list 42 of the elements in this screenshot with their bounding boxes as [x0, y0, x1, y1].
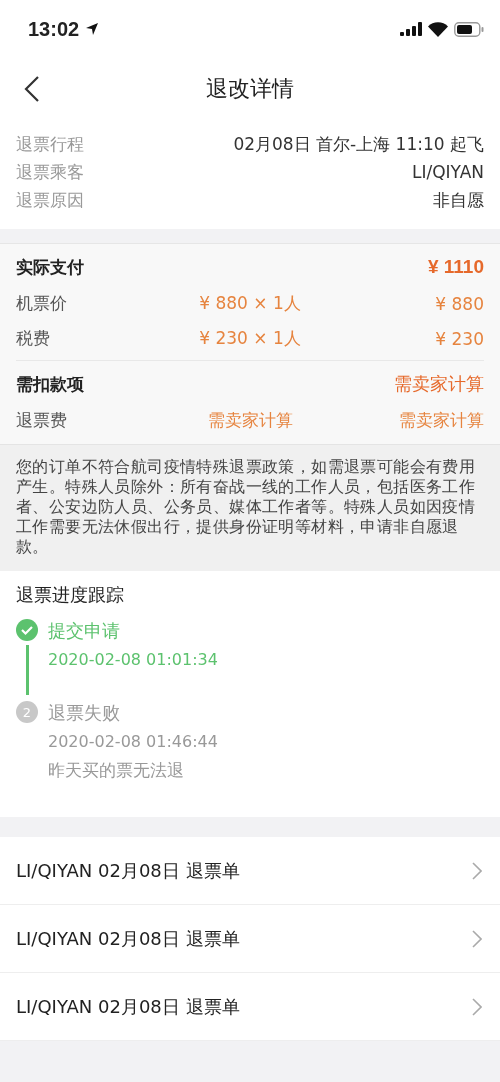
wifi-icon	[428, 21, 448, 37]
section-title: 退票进度跟踪	[16, 583, 125, 607]
step-title: 退票失败	[48, 701, 121, 725]
fee-label: 机票价	[16, 292, 68, 315]
battery-icon	[454, 21, 484, 37]
fee-amount: ¥ 230	[434, 328, 484, 349]
fee-detail: ¥ 230 × 1人	[198, 327, 302, 350]
step-time: 2020-02-08 01:01:34	[48, 649, 218, 671]
chevron-right-icon	[472, 861, 482, 880]
document-title: LI/QIYAN 02月08日 退票单	[16, 926, 240, 951]
fee-detail: 需卖家计算	[206, 409, 294, 432]
chevron-right-icon	[472, 997, 482, 1016]
document-title: LI/QIYAN 02月08日 退票单	[16, 858, 240, 883]
step-time: 2020-02-08 01:46:44	[48, 731, 218, 753]
step-title: 提交申请	[48, 619, 121, 643]
refund-document-row[interactable]: LI/QIYAN 02月08日 退票单	[0, 905, 500, 973]
info-value: 非自愿	[433, 189, 484, 212]
fee-detail: ¥ 880 × 1人	[198, 292, 302, 315]
document-title: LI/QIYAN 02月08日 退票单	[16, 994, 240, 1019]
section-title: 需扣款项	[16, 372, 84, 396]
page-title: 退改详情	[206, 75, 294, 103]
deduction-total: 需卖家计算	[394, 372, 484, 396]
info-label: 退票原因	[16, 189, 84, 212]
location-arrow-icon	[85, 22, 100, 36]
section-title: 实际支付	[16, 255, 84, 279]
fee-amount: ¥ 880	[434, 293, 484, 314]
policy-notice: 您的订单不符合航司疫情特殊退票政策，如需退票可能会有费用产生。特殊人员除外：所有奋战一线的工作人员，包括医务工作者、公安边防人员、公务员、媒体工作者等。特殊人员如因疫情工作需要无法休假出行，提供身份证明等材料，申请非自愿退款。	[16, 457, 477, 557]
step-note: 昨天买的票无法退	[48, 759, 185, 782]
signal-icon	[400, 22, 422, 36]
fee-label: 退票费	[16, 409, 68, 432]
refund-document-row[interactable]: LI/QIYAN 02月08日 退票单	[0, 973, 500, 1041]
fee-label: 税费	[16, 327, 51, 350]
fee-amount: 需卖家计算	[398, 409, 484, 432]
info-value: LI/QIYAN	[411, 161, 484, 184]
chevron-right-icon	[472, 929, 482, 948]
total-price: ¥ 1110	[427, 256, 484, 278]
status-time: 13:02	[28, 17, 80, 41]
back-icon[interactable]	[24, 75, 40, 103]
refund-document-row[interactable]: LI/QIYAN 02月08日 退票单	[0, 837, 500, 905]
info-label: 退票行程	[16, 133, 84, 156]
info-label: 退票乘客	[16, 161, 84, 184]
info-value: 02月08日 首尔-上海 11:10 起飞	[233, 133, 484, 156]
